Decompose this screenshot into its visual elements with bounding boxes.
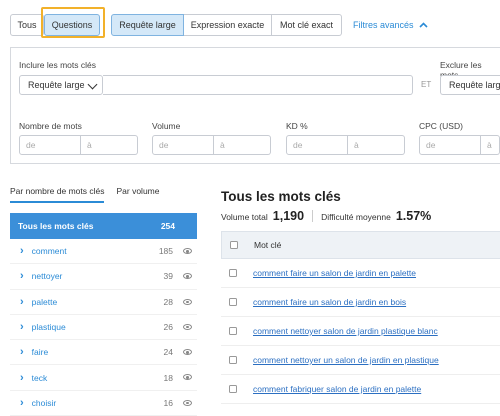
sidebar-item-faire[interactable]: › faire 24 xyxy=(10,340,197,366)
sidebar-item-nettoyer[interactable]: › nettoyer 39 xyxy=(10,264,197,290)
sidebar-item-all-keywords[interactable]: Tous les mots clés 254 xyxy=(10,213,197,239)
sidebar-item-choisir[interactable]: › choisir 16 xyxy=(10,391,197,416)
sidebar-tabs: Par nombre de mots clés Par volume xyxy=(10,186,159,203)
chevron-right-icon: › xyxy=(20,371,24,384)
keywords-table: Mot clé comment faire un salon de jardin… xyxy=(221,231,500,404)
sidebar-item-label: comment xyxy=(31,246,67,257)
match-phrase-button[interactable]: Expression exacte xyxy=(184,14,272,36)
include-mode-value: Requête large xyxy=(28,80,85,90)
table-header: Mot clé xyxy=(221,231,500,259)
sidebar-item-palette[interactable]: › palette 28 xyxy=(10,290,197,315)
sidebar-item-label: plastique xyxy=(31,322,66,333)
and-label: ET xyxy=(421,80,432,89)
include-mode-select[interactable]: Requête large xyxy=(19,75,103,95)
advanced-filters-toggle[interactable]: Filtres avancés xyxy=(353,14,428,36)
cpc-label: CPC (USD) xyxy=(419,121,463,131)
match-exact-button[interactable]: Mot clé exact xyxy=(272,14,342,36)
cpc-to-input[interactable]: à xyxy=(481,135,500,155)
advanced-filters-label: Filtres avancés xyxy=(353,20,414,30)
sidebar-item-count: 24 xyxy=(163,347,173,358)
total-volume-value: 1,190 xyxy=(272,209,305,223)
eye-icon[interactable] xyxy=(183,248,192,254)
word-count-to-input[interactable]: à xyxy=(81,135,138,155)
chevron-right-icon: › xyxy=(20,321,24,334)
chevron-right-icon: › xyxy=(20,270,24,283)
eye-icon[interactable] xyxy=(183,349,192,356)
table-row: comment nettoyer salon de jardin plastiq… xyxy=(221,317,500,346)
keyword-link[interactable]: comment fabriquer salon de jardin en pal… xyxy=(253,384,421,394)
sidebar-item-label: Tous les mots clés xyxy=(18,221,94,231)
eye-icon[interactable] xyxy=(183,273,192,280)
tab-by-keyword-count[interactable]: Par nombre de mots clés xyxy=(10,186,105,203)
kd-from-input[interactable]: de xyxy=(286,135,348,155)
kd-label: KD % xyxy=(286,121,308,131)
include-label: Inclure les mots clés xyxy=(19,60,96,70)
keyword-groups-list: Tous les mots clés 254 › comment 185 › n… xyxy=(10,213,197,416)
tab-all[interactable]: Tous xyxy=(10,14,44,36)
eye-icon[interactable] xyxy=(183,374,192,381)
cpc-from-input[interactable]: de xyxy=(419,135,481,155)
sidebar-item-count: 39 xyxy=(163,271,173,282)
sidebar-item-count: 254 xyxy=(160,221,175,231)
keyword-link[interactable]: comment nettoyer salon de jardin plastiq… xyxy=(253,326,438,336)
volume-from-input[interactable]: de xyxy=(152,135,214,155)
volume-to-input[interactable]: à xyxy=(214,135,271,155)
sidebar-item-count: 26 xyxy=(163,322,173,333)
row-checkbox[interactable] xyxy=(229,327,237,335)
row-checkbox[interactable] xyxy=(229,385,237,393)
word-count-from-input[interactable]: de xyxy=(19,135,81,155)
table-row: comment nettoyer un salon de jardin en p… xyxy=(221,346,500,375)
keyword-link[interactable]: comment nettoyer un salon de jardin en p… xyxy=(253,355,439,365)
sidebar-item-label: choisir xyxy=(31,397,57,408)
row-checkbox[interactable] xyxy=(229,269,237,277)
word-count-label: Nombre de mots xyxy=(19,121,82,131)
sidebar-item-count: 185 xyxy=(158,246,173,257)
chevron-up-icon xyxy=(418,22,428,28)
avg-difficulty-label: Difficulté moyenne xyxy=(321,212,391,222)
sidebar-item-count: 16 xyxy=(163,397,173,408)
tab-by-volume[interactable]: Par volume xyxy=(116,186,159,203)
sidebar-item-teck[interactable]: › teck 18 xyxy=(10,365,197,391)
total-volume-label: Volume total xyxy=(221,212,268,222)
kd-to-input[interactable]: à xyxy=(348,135,405,155)
stats-divider xyxy=(312,210,314,222)
exclude-mode-select[interactable]: Requête large xyxy=(440,75,500,95)
sidebar-item-count: 28 xyxy=(163,296,173,307)
chevron-right-icon: › xyxy=(20,396,24,409)
sidebar-item-label: teck xyxy=(31,372,48,383)
eye-icon[interactable] xyxy=(183,323,192,330)
exclude-mode-value: Requête large xyxy=(449,80,500,90)
table-row: comment faire un salon de jardin en bois xyxy=(221,288,500,317)
chevron-down-icon xyxy=(87,79,98,90)
chevron-right-icon: › xyxy=(20,346,24,359)
chevron-right-icon: › xyxy=(20,245,24,258)
sidebar-item-comment[interactable]: › comment 185 xyxy=(10,239,197,265)
row-checkbox[interactable] xyxy=(229,298,237,306)
questions-highlight xyxy=(41,7,105,38)
avg-difficulty-value: 1.57% xyxy=(395,209,432,223)
table-row: comment faire un salon de jardin en pale… xyxy=(221,259,500,288)
sidebar-item-label: nettoyer xyxy=(31,271,63,282)
eye-icon[interactable] xyxy=(183,298,192,305)
sidebar-item-plastique[interactable]: › plastique 26 xyxy=(10,315,197,341)
column-keyword-header[interactable]: Mot clé xyxy=(254,240,281,250)
chevron-right-icon: › xyxy=(20,295,24,308)
keyword-link[interactable]: comment faire un salon de jardin en bois xyxy=(253,297,406,307)
select-all-checkbox[interactable] xyxy=(230,241,238,249)
match-broad-button[interactable]: Requête large xyxy=(111,14,184,36)
keyword-link[interactable]: comment faire un salon de jardin en pale… xyxy=(253,268,416,278)
row-checkbox[interactable] xyxy=(229,356,237,364)
table-row: comment fabriquer salon de jardin en pal… xyxy=(221,375,500,404)
sidebar-item-label: palette xyxy=(31,296,58,307)
include-keywords-input[interactable] xyxy=(103,75,413,95)
sidebar-item-label: faire xyxy=(31,347,49,358)
eye-icon[interactable] xyxy=(183,399,192,406)
sidebar-item-count: 18 xyxy=(163,372,173,383)
page-title: Tous les mots clés xyxy=(221,189,341,204)
summary-stats: Volume total 1,190 Difficulté moyenne 1.… xyxy=(221,209,431,223)
volume-label: Volume xyxy=(152,121,181,131)
